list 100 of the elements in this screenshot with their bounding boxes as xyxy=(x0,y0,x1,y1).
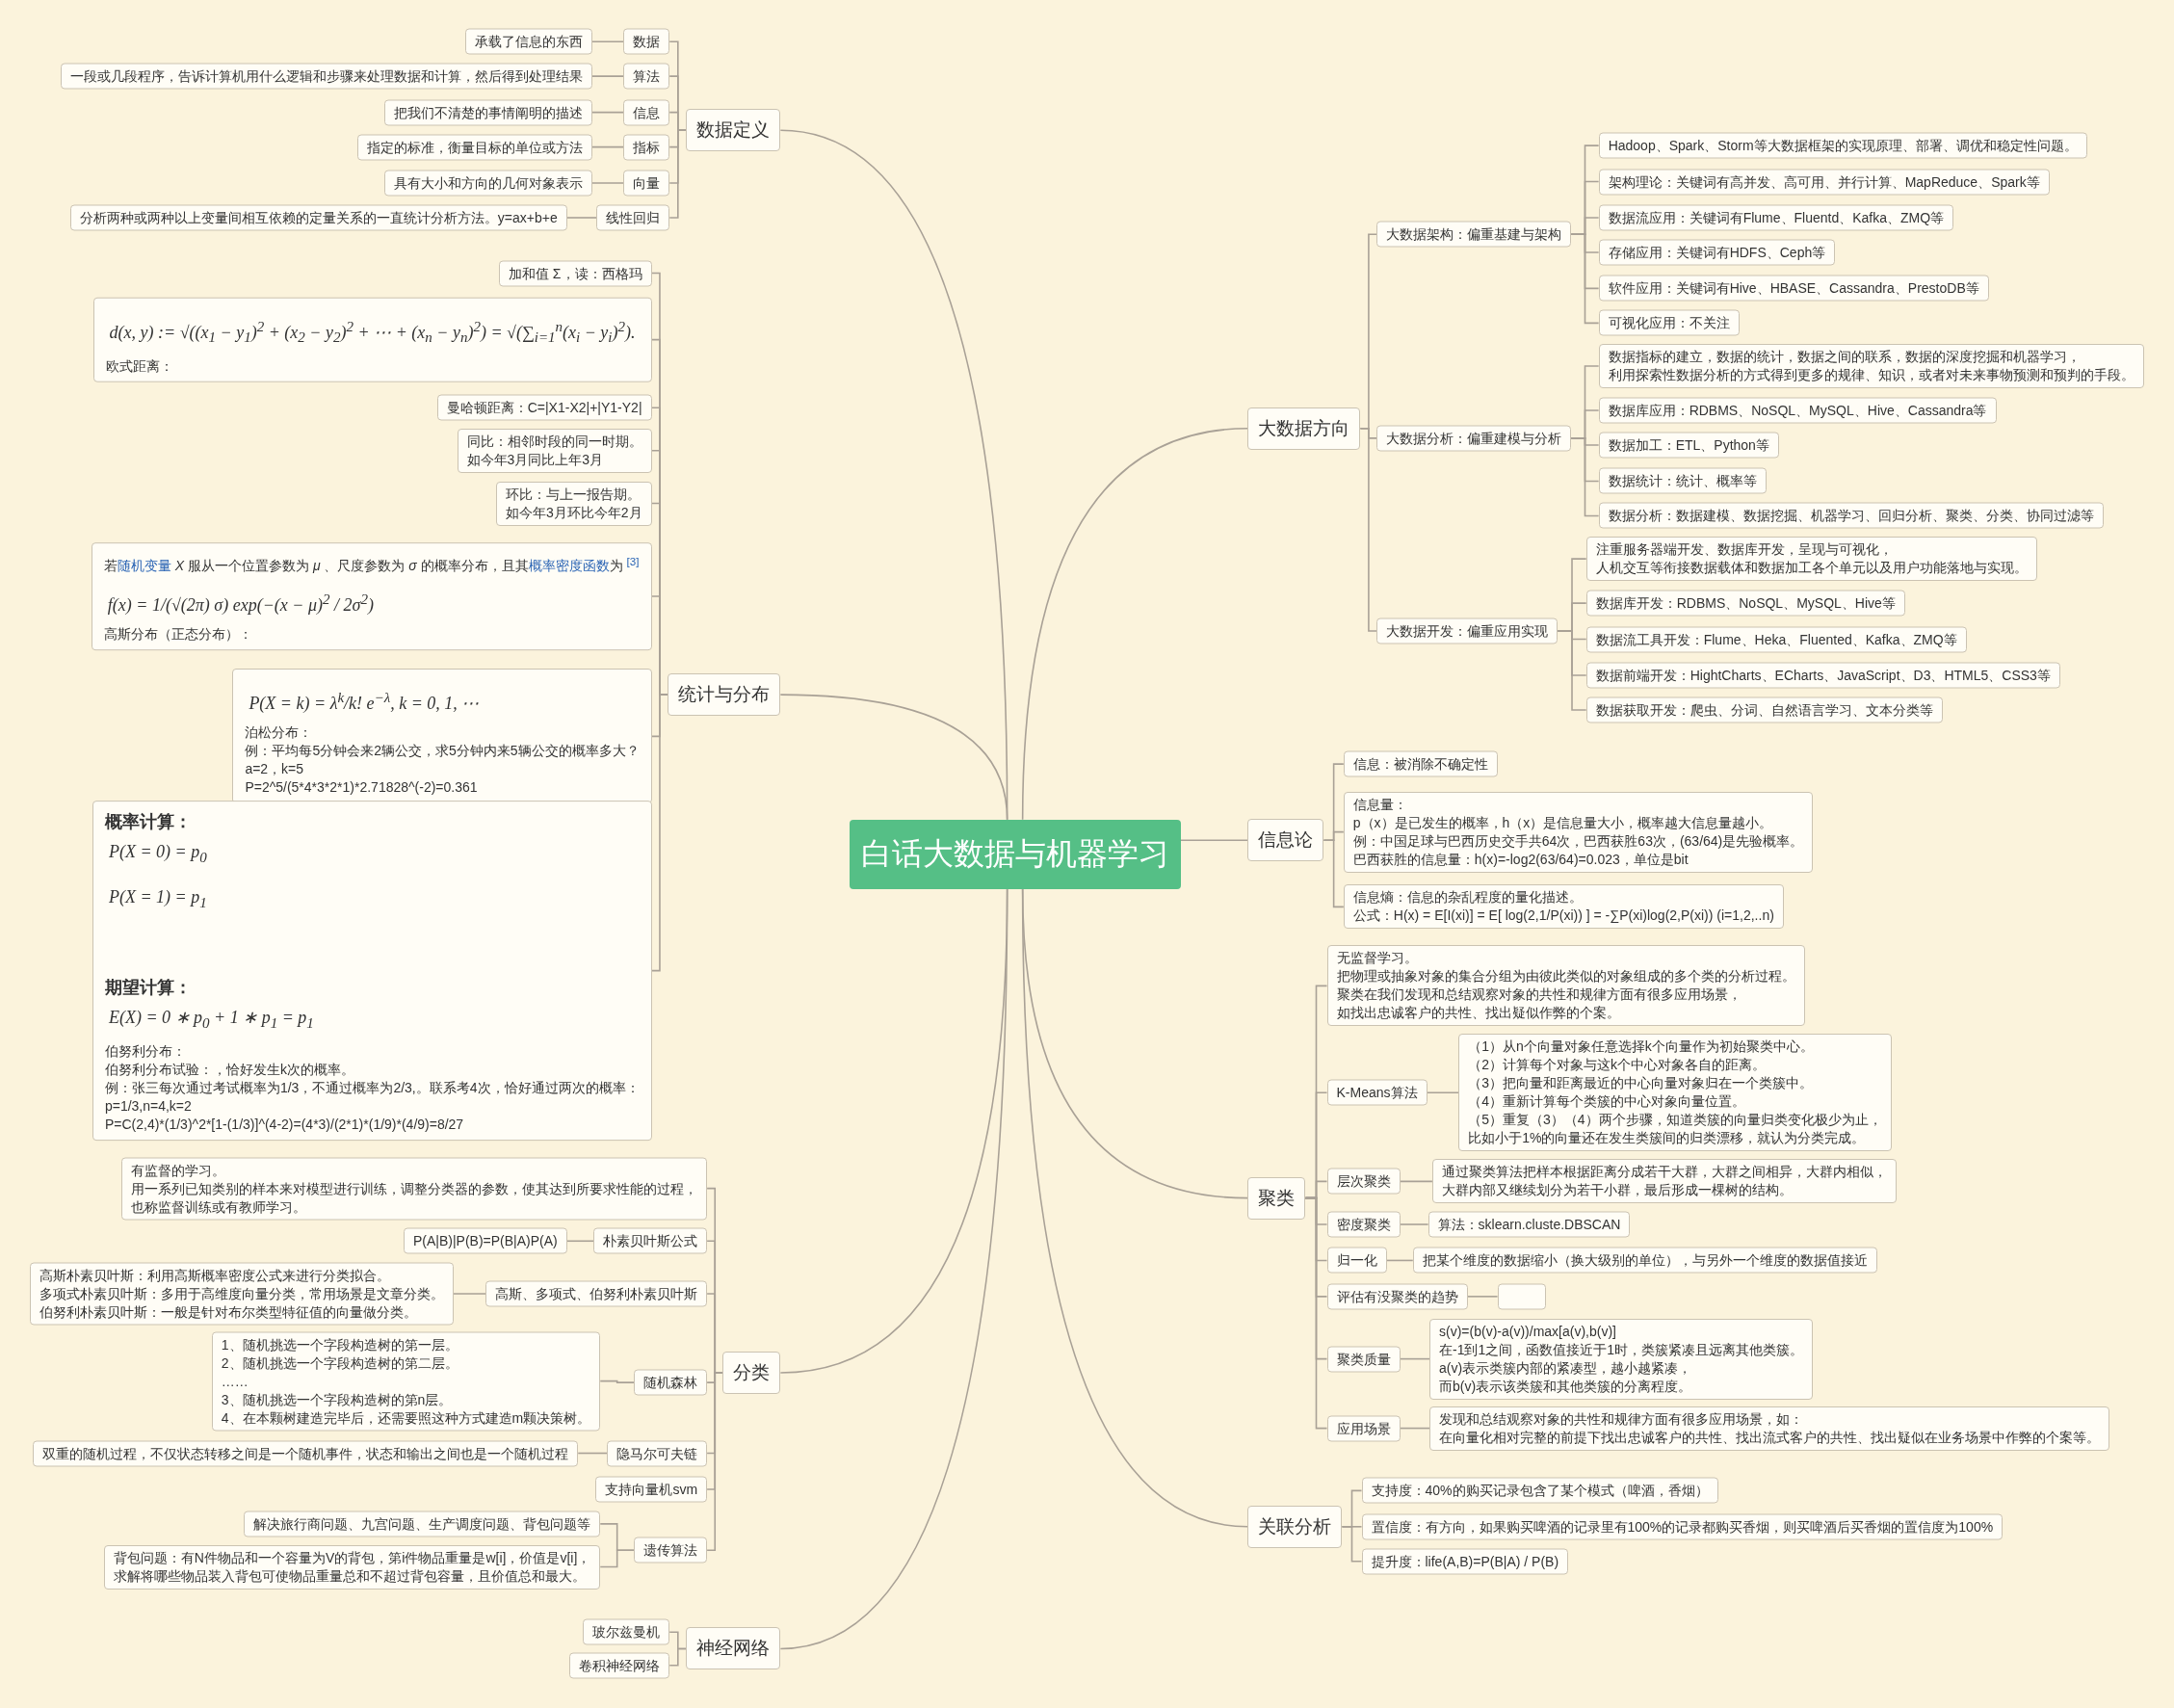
topic-node: 数据加工：ETL、Python等 xyxy=(1598,432,1779,459)
topic-node: 大数据开发：偏重应用实现 xyxy=(1376,618,1558,644)
text-line: 利用探索性数据分析的方式得到更多的规律、知识，或者对未来事物预测和预判的手段。 xyxy=(1608,366,2135,384)
topic-node: 把某个维度的数据缩小（换大级别的单位），与另外一个维度的数据值接近 xyxy=(1412,1247,1877,1274)
note-heading: 概率计算： xyxy=(104,812,193,831)
note-text: 欧式距离： xyxy=(105,356,174,376)
main-topic: 统计与分布 xyxy=(668,673,781,717)
text-line: 数据指标的建立，数据的统计，数据之间的联系，数据的深度挖掘和机器学习， xyxy=(1608,348,2082,366)
formula: d(x, y) := √((x$_{1}$ − y$_{1}$)$^{2}$ + (x$_{2}$ − y$_{2}$)$^{2}$ + ⋯ + (x$_{n}$ − y$_{n}$)$^{2}$) = √(∑$_{i=1}$$^{n}$(x$_{i}$ − y$_{i}$)$^{2}$). xyxy=(108,317,637,347)
text-line: 环比：与上一报告期。 xyxy=(505,485,642,504)
topic-node: 评估有没聚类的趋势 xyxy=(1326,1283,1468,1310)
note-text: 伯努利分布： xyxy=(104,1042,187,1062)
text-line: …… xyxy=(221,1372,249,1391)
text-line: 比如小于1%的向量还在发生类簇间的归类漂移，就认为分类完成。 xyxy=(1468,1129,1867,1148)
text-line: 公式：H(x) = E[I(xi)] = E[ log(2,1/P(xi)) ] = -∑P(xi)log(2,P(xi)) (i=1,2,..n) xyxy=(1352,907,1774,926)
connector-line xyxy=(1399,1180,1433,1183)
note-text: 伯努利分布试验：，恰好发生k次的概率。 xyxy=(104,1061,355,1080)
topic-node: 信息 xyxy=(623,99,670,126)
topic-node: 数据库开发：RDBMS、NoSQL、MySQL、Hive等 xyxy=(1585,590,1905,617)
text-line: 背包问题：有N件物品和一个容量为V的背包，第i件物品重量是w[i]，价值是v[i]， xyxy=(113,1548,591,1567)
text-line: 在-1到1之间，函数值接近于1时，类簇紧凑且远离其他类簇。 xyxy=(1439,1340,1804,1359)
topic-node: 软件应用：关键词有Hive、HBASE、Cassandra、PrestoDB等 xyxy=(1598,275,1989,302)
text-line: （5）重复（3）（4）两个步骤，知道类簇的向量归类变化极少为止， xyxy=(1468,1111,1882,1130)
text-line: p（x）是已发生的概率，h（x）是信息量大小，概率越大信息量越小。 xyxy=(1352,813,1774,832)
formula: f(x) = 1/(√(2π) σ) exp(−(x − μ)$^{2}$ / 2σ$^{2}$) xyxy=(106,590,375,617)
connector-line xyxy=(590,75,625,77)
text-line: 信息量： xyxy=(1352,795,1408,814)
topic-node: 数据库应用：RDBMS、NoSQL、MySQL、Hive、Cassandra等 xyxy=(1598,397,1997,424)
topic-node: 支持向量机svm xyxy=(595,1476,708,1503)
connector-line xyxy=(1466,1296,1499,1298)
text-line: 3、随机挑选一个字段构造树的第n层。 xyxy=(221,1390,454,1409)
text-line: 聚类在我们发现和总结观察对象的共性和规律方面有很多应用场景， xyxy=(1336,985,1742,1005)
topic-node: 架构理论：关键词有高并发、高可用、并行计算、MapReduce、Spark等 xyxy=(1598,169,2050,196)
note-heading: 期望计算： xyxy=(104,978,193,997)
text-line: 无监督学习。 xyxy=(1336,949,1419,968)
text-line: 1、随机挑选一个字段构造树的第一层。 xyxy=(221,1335,459,1354)
text-line: （1）从n个向量对象任意选择k个向量作为初始聚类中心。 xyxy=(1468,1038,1815,1057)
topic-node: 玻尔兹曼机 xyxy=(583,1618,670,1645)
connector-line xyxy=(565,217,598,219)
text-line: 在向量化相对完整的前提下找出忠诚客户的共性、找出流式客户的共性、找出疑似在业务场景中作弊的个案等。 xyxy=(1439,1428,2101,1447)
text-line: 也称监督训练或有教师学习。 xyxy=(131,1197,308,1217)
link[interactable]: 随机变量 xyxy=(117,557,171,573)
topic-node: 隐马尔可夫链 xyxy=(607,1440,708,1466)
topic-node: 朴素贝叶斯公式 xyxy=(593,1227,708,1254)
note-text: P=2^5/(5*4*3*2*1)*2.71828^(-2)=0.361 xyxy=(245,778,479,798)
text-line: s(v)=(b(v)-a(v))/max[a(v),b(v)] xyxy=(1439,1322,1617,1341)
topic-node: 线性回归 xyxy=(596,204,670,231)
topic-node: 算法：sklearn.cluste.DBSCAN xyxy=(1428,1211,1631,1238)
topic-node: 算法 xyxy=(623,63,670,90)
text-line: （3）把向量和距离最近的中心向量对象归在一个类簇中。 xyxy=(1468,1074,1815,1093)
text-line: 人机交互等衔接数据载体和数据加工各个单元以及用户功能落地与实现。 xyxy=(1595,559,2028,578)
text-line: 而b(v)表示该类簇和其他类簇的分离程度。 xyxy=(1439,1377,1693,1396)
text-line: 同比：相邻时段的同一时期。 xyxy=(466,432,642,451)
connector-line xyxy=(1426,1091,1460,1094)
topic-node: P(A|B)|P(B)=P(B|A)P(A) xyxy=(403,1227,567,1254)
text-line: 发现和总结观察对象的共性和规律方面有很多应用场景，如： xyxy=(1439,1409,1805,1429)
topic-node: 数据获取开发：爬虫、分词、自然语言学习、文本分类等 xyxy=(1585,696,1943,723)
connector-line xyxy=(590,111,625,114)
text-line: 高斯朴素贝叶斯：利用高斯概率密度公式来进行分类拟合。 xyxy=(39,1266,391,1285)
text-line: 多项式朴素贝叶斯：多用于高维度向量分类，常用场景是文章分类。 xyxy=(39,1284,444,1303)
text-line: 有监督的学习。 xyxy=(131,1161,227,1180)
text-line: 如今年3月环比今年2月 xyxy=(505,503,642,522)
link[interactable]: [3] xyxy=(626,557,640,573)
link[interactable]: 概率密度函数 xyxy=(528,557,610,573)
topic-node: 指标 xyxy=(623,134,670,161)
note-text: P=C(2,4)*(1/3)^2*[1-(1/3)]^(4-2)=(4*3)/(2*1)*(1/9)*(4/9)=8/27 xyxy=(104,1116,465,1135)
topic-node: 指定的标准，衡量目标的单位或方法 xyxy=(356,134,592,161)
topic-node: 曼哈顿距离：C=|X1-X2|+|Y1-Y2| xyxy=(436,394,652,421)
main-topic: 大数据方向 xyxy=(1247,407,1361,450)
connector-line xyxy=(1399,1357,1430,1360)
topic-node: 数据流工具开发：Flume、Heka、Fluented、Kafka、ZMQ等 xyxy=(1585,626,1967,653)
connector-line xyxy=(590,40,625,42)
main-topic: 数据定义 xyxy=(686,109,781,152)
topic-node: 存储应用：关键词有HDFS、Ceph等 xyxy=(1598,239,1836,266)
topic-node: 解决旅行商问题、九宫问题、生产调度问题、背包问题等 xyxy=(244,1511,601,1537)
connector-line xyxy=(590,145,625,148)
central-topic: 白话大数据与机器学习 xyxy=(849,819,1181,889)
topic-node: 把我们不清楚的事情阐明的描述 xyxy=(383,99,592,126)
topic-node: 具有大小和方向的几何对象表示 xyxy=(383,170,592,197)
text-line: （4）重新计算每个类簇的中心对象向量位置。 xyxy=(1468,1092,1747,1112)
text-line: 大群内部又继续划分为若干小群，最后形成一棵树的结构。 xyxy=(1441,1181,1794,1200)
formula: P(X = 1) = p$_{1}$ xyxy=(107,886,208,912)
connector-line xyxy=(1385,1259,1414,1262)
topic-node: 置信度：有方向，如果购买啤酒的记录里有100%的记录都购买香烟，则买啤酒后买香烟的置信度为100% xyxy=(1361,1513,2004,1540)
topic-node: K-Means算法 xyxy=(1326,1079,1428,1106)
connector-line xyxy=(668,1647,688,1667)
topic-node: 卷积神经网络 xyxy=(569,1652,670,1679)
note-text: 泊松分布： xyxy=(245,723,314,743)
text-line: 如今年3月同比上年3月 xyxy=(466,450,605,469)
topic-node: 可视化应用：不关注 xyxy=(1598,309,1740,336)
topic-node: 加和值 Σ，读：西格玛 xyxy=(499,260,652,287)
topic-node: 归一化 xyxy=(1326,1247,1387,1274)
topic-node: 随机森林 xyxy=(634,1369,708,1396)
topic-node: 数据流应用：关键词有Flume、Fluentd、Kafka、ZMQ等 xyxy=(1598,204,1954,231)
note-text: p=1/3,n=4,k=2 xyxy=(104,1097,193,1117)
topic-node: 双重的随机过程，不仅状态转移之间是一个随机事件，状态和输出之间也是一个随机过程 xyxy=(33,1440,579,1466)
topic-node: 密度聚类 xyxy=(1326,1211,1401,1238)
main-topic: 神经网络 xyxy=(686,1627,781,1670)
empty-node xyxy=(1497,1283,1546,1310)
main-topic: 信息论 xyxy=(1247,819,1324,862)
